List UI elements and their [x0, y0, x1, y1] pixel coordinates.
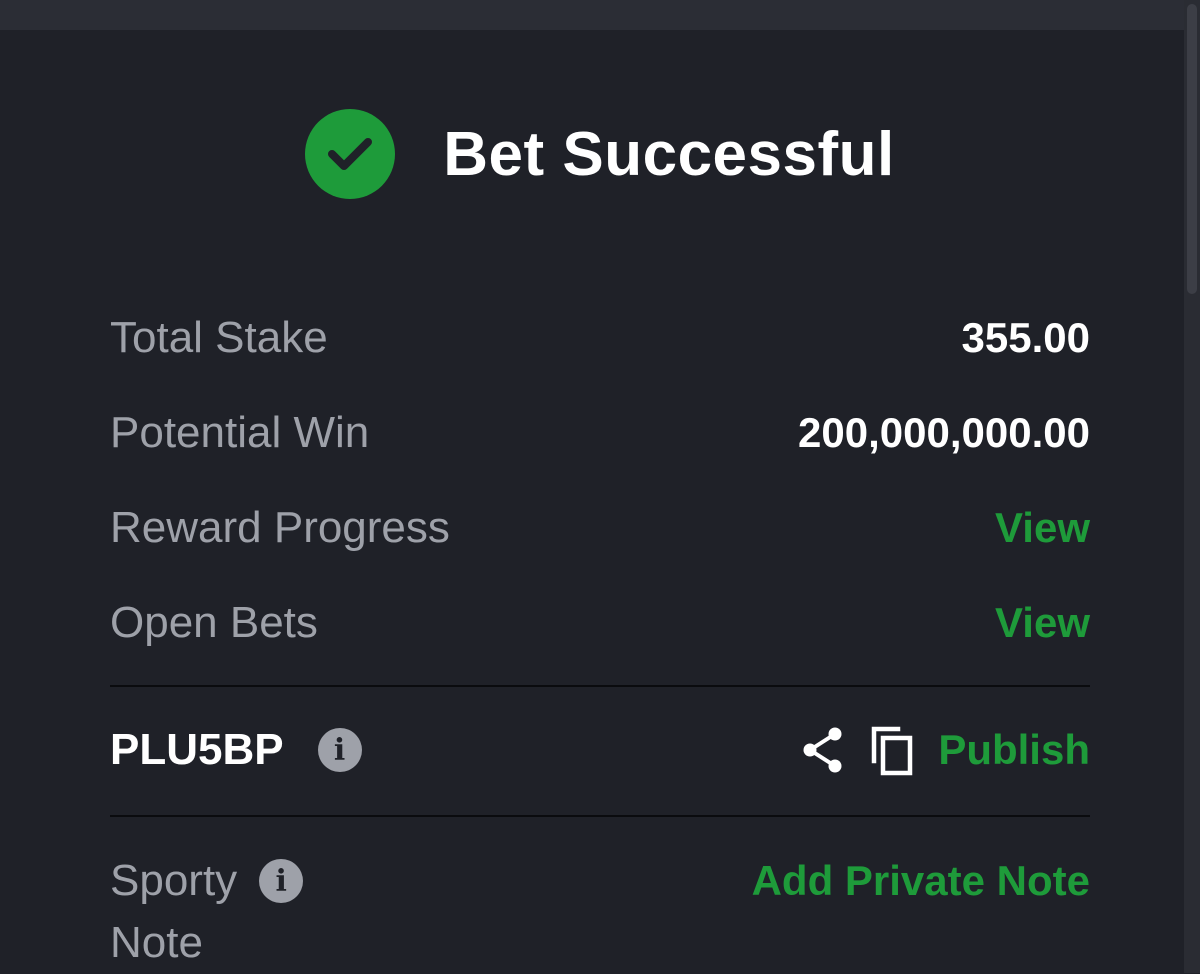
summary-row-total-stake: Total Stake 355.00: [110, 290, 1090, 385]
potential-win-value: 200,000,000.00: [798, 408, 1090, 456]
summary-row-reward-progress: Reward Progress View: [110, 480, 1090, 575]
booking-actions: Publish: [800, 723, 1090, 777]
reward-progress-label: Reward Progress: [110, 502, 450, 552]
sporty-note-label: Sporty: [110, 856, 238, 905]
open-bets-view-link[interactable]: View: [995, 599, 1090, 647]
booking-code-row: PLU5BP i Publish: [110, 700, 1090, 800]
page-title: Bet Successful: [443, 119, 895, 189]
booking-code: PLU5BP: [110, 725, 284, 774]
booking-code-group: PLU5BP i: [110, 725, 362, 775]
potential-win-label: Potential Win: [110, 407, 370, 457]
total-stake-label: Total Stake: [110, 312, 328, 362]
sporty-note-label-line: Sporty i: [110, 850, 304, 912]
private-note-row: Sporty i Note Add Private Note: [110, 850, 1090, 974]
publish-button[interactable]: Publish: [938, 726, 1090, 774]
confirmation-header: Bet Successful: [0, 104, 1200, 204]
summary-row-open-bets: Open Bets View: [110, 575, 1090, 670]
reward-progress-view-link[interactable]: View: [995, 504, 1090, 552]
add-private-note-button[interactable]: Add Private Note: [752, 850, 1090, 912]
summary-row-potential-win: Potential Win 200,000,000.00: [110, 385, 1090, 480]
share-icon[interactable]: [800, 725, 846, 775]
divider: [110, 815, 1090, 817]
info-icon[interactable]: i: [259, 859, 304, 903]
total-stake-value: 355.00: [961, 313, 1090, 361]
bet-summary: Total Stake 355.00 Potential Win 200,000…: [110, 290, 1090, 670]
sporty-note-label-continued: Note: [110, 918, 203, 967]
copy-icon[interactable]: [868, 723, 916, 777]
sporty-note-label-group: Sporty i Note: [110, 850, 304, 974]
info-icon[interactable]: i: [317, 728, 362, 772]
top-bar: [0, 0, 1200, 30]
open-bets-label: Open Bets: [110, 597, 318, 647]
check-circle-icon: [305, 109, 396, 199]
divider: [110, 685, 1090, 687]
